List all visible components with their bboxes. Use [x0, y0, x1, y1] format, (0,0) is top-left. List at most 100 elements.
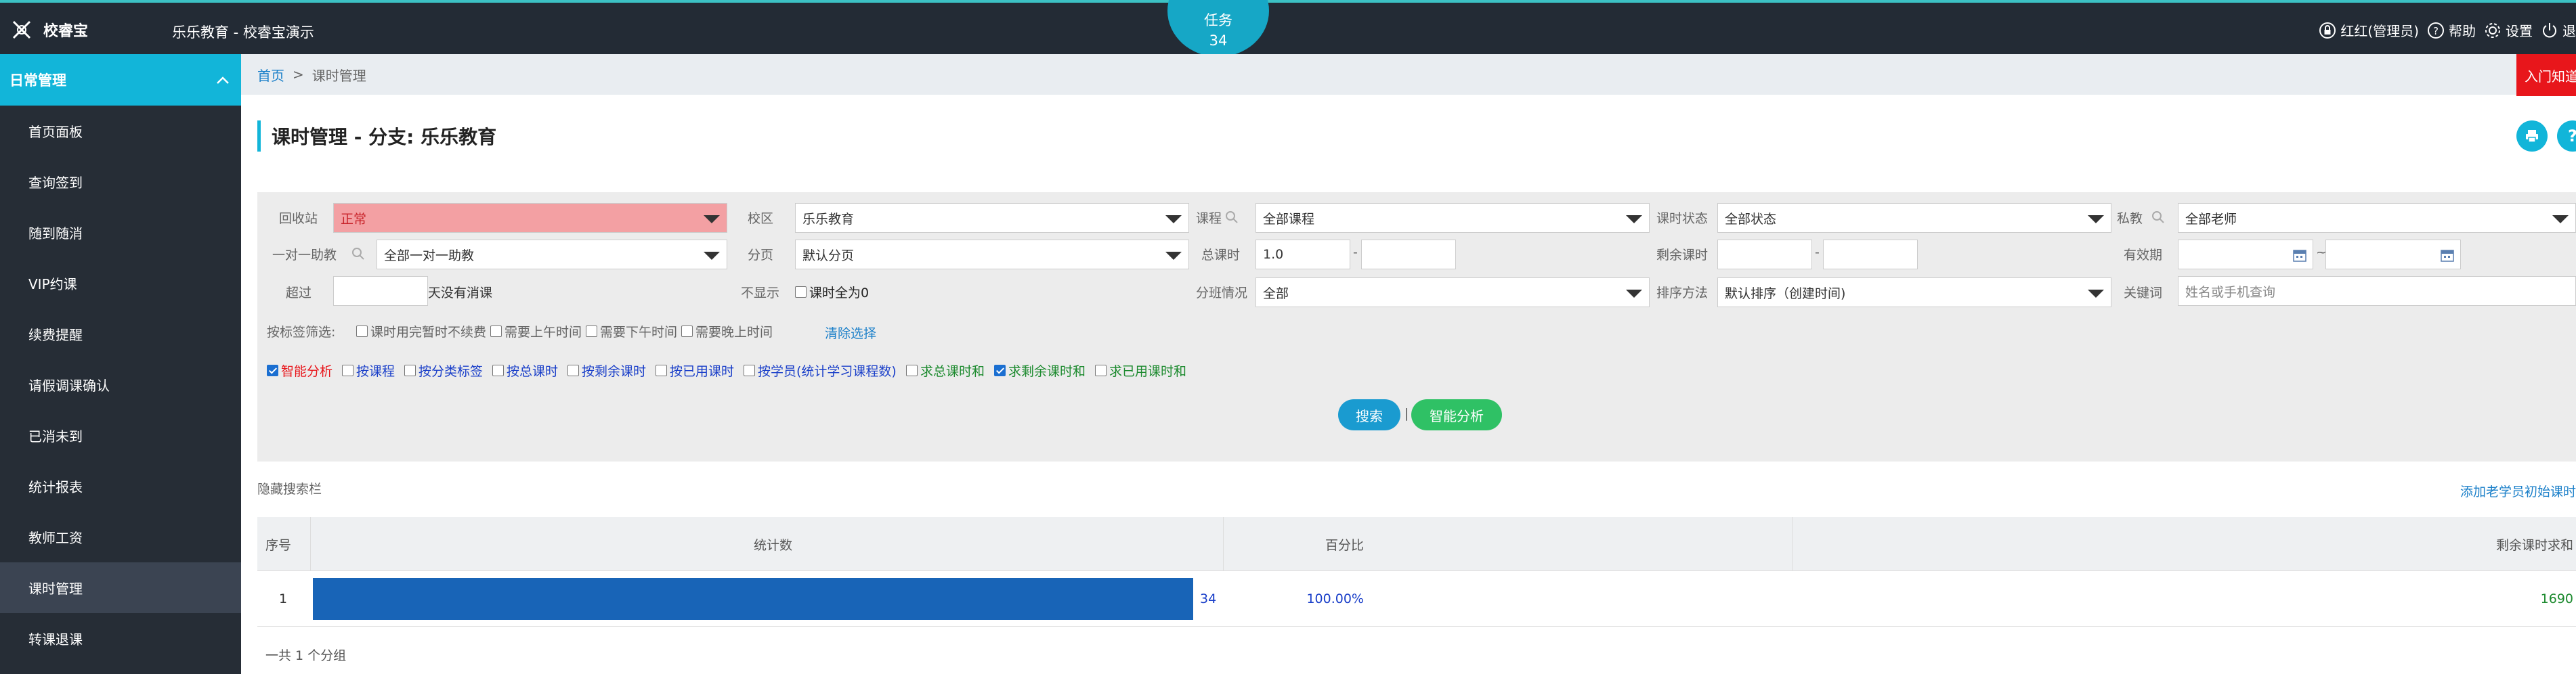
class-status-select[interactable]: 全部: [1255, 277, 1650, 307]
getting-started-button[interactable]: 入门知道: [2516, 54, 2576, 96]
hour-status-select[interactable]: 全部状态: [1717, 203, 2111, 233]
sidebar-item[interactable]: 随到随消: [0, 207, 241, 258]
branch-select[interactable]: 默认分页: [795, 240, 1189, 269]
analysis-option-checkbox[interactable]: 按总课时: [492, 361, 558, 380]
checkbox-box: [1095, 365, 1107, 376]
tag-filter-label: 需要晚上时间: [695, 325, 773, 340]
analysis-option-checkbox[interactable]: 按已用课时: [656, 361, 734, 380]
sidebar-item[interactable]: 请假调课确认: [0, 359, 241, 410]
checkbox-box: [567, 365, 579, 376]
campus-select[interactable]: 乐乐教育: [795, 203, 1189, 233]
search-button[interactable]: 搜索: [1338, 399, 1400, 430]
chevron-up-icon: [217, 76, 229, 84]
user-menu[interactable]: 红红(管理员): [2319, 20, 2419, 40]
sidebar-item[interactable]: 已消未到: [0, 410, 241, 461]
sidebar-item-label: 统计报表: [28, 479, 83, 495]
print-button[interactable]: [2516, 120, 2548, 152]
sidebar-item[interactable]: 课时管理: [0, 562, 241, 613]
help-link[interactable]: ? 帮助: [2427, 20, 2476, 40]
exceed-days-input[interactable]: [333, 276, 428, 306]
analysis-option-checkbox[interactable]: 求总课时和: [906, 361, 985, 380]
sidebar-item[interactable]: 查询签到: [0, 156, 241, 207]
dropdown-arrow-icon: [2552, 215, 2569, 223]
analysis-option-checkbox[interactable]: 按剩余课时: [567, 361, 646, 380]
col-remaining-sum-header: 剩余课时求和: [2495, 537, 2573, 553]
sidebar-item-label: 随到随消: [28, 225, 83, 242]
validity-from-input[interactable]: [2178, 240, 2313, 269]
checkbox-box: [681, 325, 693, 337]
search-icon[interactable]: [351, 246, 366, 261]
calendar-icon[interactable]: [2440, 248, 2455, 263]
task-badge[interactable]: 任务 34: [1167, 0, 1269, 57]
remaining-hours-from-input[interactable]: [1717, 240, 1812, 269]
tag-filter-checkbox[interactable]: 需要上午时间: [490, 322, 582, 340]
recycle-select[interactable]: 正常: [333, 203, 727, 233]
task-label: 任务: [1204, 12, 1232, 28]
hide-search-bar-link[interactable]: 隐藏搜索栏: [257, 479, 322, 497]
printer-icon: [2526, 130, 2538, 143]
total-hours-to-input[interactable]: [1361, 240, 1456, 269]
analysis-option-checkbox[interactable]: 智能分析: [267, 361, 332, 380]
checkbox-box: [744, 365, 755, 376]
sidebar-item[interactable]: 教师工资: [0, 512, 241, 562]
tag-filter-checkbox[interactable]: 需要下午时间: [586, 322, 677, 340]
logout-label: 退: [2562, 23, 2576, 39]
logo-icon: [12, 20, 31, 39]
dropdown-arrow-icon: [2088, 290, 2104, 298]
total-hours-from-input[interactable]: 1.0: [1255, 240, 1350, 269]
tag-filter-checkbox[interactable]: 课时用完暂时不续费: [356, 322, 486, 340]
col-count-header: 统计数: [753, 537, 792, 553]
branch-label: 分页: [748, 248, 774, 263]
clear-selection-link[interactable]: 清除选择: [825, 323, 876, 342]
sidebar-section-title: 日常管理: [9, 72, 66, 89]
assistant-label: 一对一助教: [272, 248, 337, 263]
sidebar-item[interactable]: VIP约课: [0, 258, 241, 309]
hour-status-label: 课时状态: [1656, 211, 1709, 226]
row-percent: 100.00%: [1306, 591, 1364, 606]
branch-value: 默认分页: [802, 248, 855, 263]
remaining-hours-to-input[interactable]: [1823, 240, 1918, 269]
calendar-icon[interactable]: [2292, 248, 2307, 263]
logout-link[interactable]: 退: [2541, 20, 2576, 40]
checkbox-box: [404, 365, 416, 376]
breadcrumb: 首页 > 课时管理: [241, 54, 2576, 95]
sidebar-item[interactable]: 转课退课: [0, 613, 241, 664]
sidebar-item-label: 已消未到: [28, 428, 83, 445]
analysis-option-checkbox[interactable]: 求已用课时和: [1095, 361, 1186, 380]
help-button[interactable]: ?: [2557, 120, 2576, 152]
analysis-option-checkbox[interactable]: 按课程: [342, 361, 395, 380]
analysis-option-checkbox[interactable]: 按分类标签: [404, 361, 483, 380]
course-select[interactable]: 全部课程: [1255, 203, 1650, 233]
keyword-input[interactable]: 姓名或手机查询: [2178, 276, 2576, 306]
row-count: 34: [1200, 591, 1217, 606]
app-logo[interactable]: 校睿宝: [9, 18, 88, 42]
col-percent-header: 百分比: [1325, 537, 1364, 553]
assistant-select[interactable]: 全部一对一助教: [377, 240, 727, 269]
sidebar-item-label: 续费提醒: [28, 327, 83, 343]
settings-link[interactable]: 设置: [2484, 20, 2533, 40]
analysis-option-label: 按分类标签: [418, 364, 484, 379]
add-initial-hours-link[interactable]: 添加老学员初始课时: [2460, 482, 2576, 500]
sort-select[interactable]: 默认排序（创建时间): [1717, 277, 2111, 307]
table-row[interactable]: 1 34 100.00% 1690: [257, 571, 2576, 627]
analysis-option-checkbox[interactable]: 按学员(统计学习课程数): [744, 361, 897, 380]
tag-filter-checkbox[interactable]: 需要晚上时间: [681, 322, 773, 340]
sidebar-item[interactable]: 统计报表: [0, 461, 241, 512]
remaining-hours-dash: -: [1815, 245, 1820, 260]
sidebar-item[interactable]: 首页面板: [0, 106, 241, 156]
logo-text: 校睿宝: [43, 23, 89, 40]
private-teacher-select[interactable]: 全部老师: [2178, 203, 2576, 233]
search-icon[interactable]: [2151, 210, 2166, 225]
analysis-option-checkbox[interactable]: 求剩余课时和: [994, 361, 1086, 380]
smart-analysis-button[interactable]: 智能分析: [1411, 399, 1502, 430]
sidebar-section-header[interactable]: 日常管理: [0, 54, 241, 106]
sidebar-item[interactable]: 续费提醒: [0, 309, 241, 359]
validity-to-input[interactable]: [2325, 240, 2461, 269]
svg-text:?: ?: [2433, 25, 2439, 37]
row-index: 1: [279, 591, 288, 606]
power-icon: [2543, 22, 2556, 37]
hide-zero-checkbox[interactable]: 课时全为0: [795, 283, 869, 301]
task-count: 34: [1209, 32, 1228, 49]
breadcrumb-home[interactable]: 首页: [257, 65, 284, 85]
search-icon[interactable]: [1224, 210, 1239, 225]
